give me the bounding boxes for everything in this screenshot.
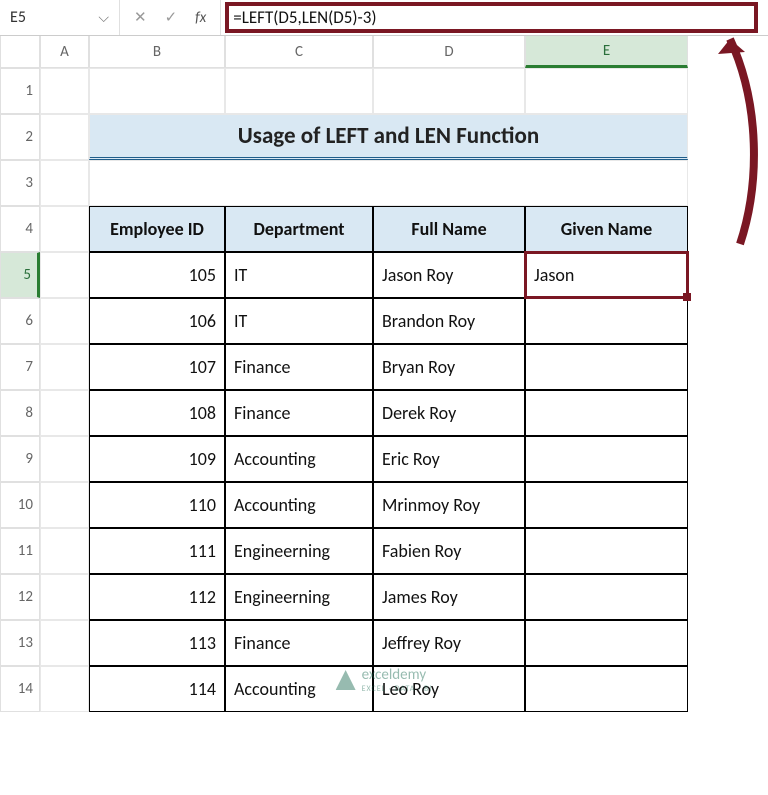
cell-E5[interactable]: Jason [525,252,688,298]
cell-E10[interactable] [525,482,688,528]
cell-A9[interactable] [40,436,89,482]
formula-input[interactable]: =LEFT(D5,LEN(D5)-3) [221,0,768,35]
name-box[interactable]: E5 ⌵ [0,0,120,35]
th-employee-id: Employee ID [89,206,225,252]
cell-C9[interactable]: Accounting [225,436,373,482]
cell-D11[interactable]: Fabien Roy [373,528,525,574]
cell-E12[interactable] [525,574,688,620]
col-head-E[interactable]: E [525,36,688,68]
fill-handle[interactable] [683,293,691,301]
col-head-A[interactable]: A [40,36,89,68]
row-head-9[interactable]: 9 [0,436,40,482]
cell-A4[interactable] [40,206,89,252]
cell-A11[interactable] [40,528,89,574]
cell-D13[interactable]: Jeffrey Roy [373,620,525,666]
row-head-11[interactable]: 11 [0,528,40,574]
col-head-D[interactable]: D [373,36,525,68]
cell-B9[interactable]: 109 [89,436,225,482]
cell-C1[interactable] [225,68,373,114]
cell-D7[interactable]: Bryan Roy [373,344,525,390]
cell-C6[interactable]: IT [225,298,373,344]
cell-E6[interactable] [525,298,688,344]
th-given-name: Given Name [525,206,688,252]
accept-icon[interactable]: ✓ [165,8,178,27]
cell-D12[interactable]: James Roy [373,574,525,620]
cell-A8[interactable] [40,390,89,436]
cell-D8[interactable]: Derek Roy [373,390,525,436]
cell-D10[interactable]: Mrinmoy Roy [373,482,525,528]
cell-C7[interactable]: Finance [225,344,373,390]
cell-B11[interactable]: 111 [89,528,225,574]
row-head-5[interactable]: 5 [0,252,40,298]
cell-D14[interactable]: Leo Roy [373,666,525,712]
cell-A10[interactable] [40,482,89,528]
formula-bar-icons: ✕ ✓ fx [120,0,221,35]
cell-B13[interactable]: 113 [89,620,225,666]
col-head-C[interactable]: C [225,36,373,68]
row-head-7[interactable]: 7 [0,344,40,390]
cell-B12[interactable]: 112 [89,574,225,620]
cell-D9[interactable]: Eric Roy [373,436,525,482]
cell-C10[interactable]: Accounting [225,482,373,528]
cell-D1[interactable] [373,68,525,114]
cell-C14[interactable]: Accounting [225,666,373,712]
col-head-B[interactable]: B [89,36,225,68]
row-head-12[interactable]: 12 [0,574,40,620]
cell-A13[interactable] [40,620,89,666]
row-head-4[interactable]: 4 [0,206,40,252]
row-head-3[interactable]: 3 [0,160,40,206]
row-head-10[interactable]: 10 [0,482,40,528]
formula-bar: E5 ⌵ ✕ ✓ fx =LEFT(D5,LEN(D5)-3) [0,0,768,36]
cell-C12[interactable]: Engineerning [225,574,373,620]
chevron-down-icon[interactable]: ⌵ [98,9,109,26]
cell-E7[interactable] [525,344,688,390]
cell-B8[interactable]: 108 [89,390,225,436]
cell-E13[interactable] [525,620,688,666]
cell-E9[interactable] [525,436,688,482]
row-head-13[interactable]: 13 [0,620,40,666]
fx-icon[interactable]: fx [195,9,206,27]
cell-A14[interactable] [40,666,89,712]
cell-E11[interactable] [525,528,688,574]
cell-A1[interactable] [40,68,89,114]
cell-E5-value: Jason [534,264,574,286]
cell-C13[interactable]: Finance [225,620,373,666]
th-full-name: Full Name [373,206,525,252]
row-head-8[interactable]: 8 [0,390,40,436]
row-head-6[interactable]: 6 [0,298,40,344]
cell-A7[interactable] [40,344,89,390]
row-head-2[interactable]: 2 [0,114,40,160]
th-department: Department [225,206,373,252]
cell-E8[interactable] [525,390,688,436]
cell-A12[interactable] [40,574,89,620]
row-head-1[interactable]: 1 [0,68,40,114]
cell-E1[interactable] [525,68,688,114]
cell-B5[interactable]: 105 [89,252,225,298]
cell-C8[interactable]: Finance [225,390,373,436]
row-head-14[interactable]: 14 [0,666,40,712]
name-box-value: E5 [10,8,26,27]
cell-A2[interactable] [40,114,89,160]
cell-D5[interactable]: Jason Roy [373,252,525,298]
cell-C11[interactable]: Engineerning [225,528,373,574]
title-banner: Usage of LEFT and LEN Function [89,114,688,160]
cancel-icon[interactable]: ✕ [134,8,147,27]
cell-B10[interactable]: 110 [89,482,225,528]
cell-B7[interactable]: 107 [89,344,225,390]
cell-E14[interactable] [525,666,688,712]
cell-A6[interactable] [40,298,89,344]
spreadsheet-grid[interactable]: A B C D E 1 2 Usage of LEFT and LEN Func… [0,36,768,712]
cell-B1[interactable] [89,68,225,114]
cell-row3-empty[interactable] [89,160,688,206]
cell-B14[interactable]: 114 [89,666,225,712]
cell-D6[interactable]: Brandon Roy [373,298,525,344]
select-all-corner[interactable] [0,36,40,68]
cell-A3[interactable] [40,160,89,206]
cell-A5[interactable] [40,252,89,298]
cell-B6[interactable]: 106 [89,298,225,344]
cell-C5[interactable]: IT [225,252,373,298]
formula-text: =LEFT(D5,LEN(D5)-3) [233,7,376,28]
